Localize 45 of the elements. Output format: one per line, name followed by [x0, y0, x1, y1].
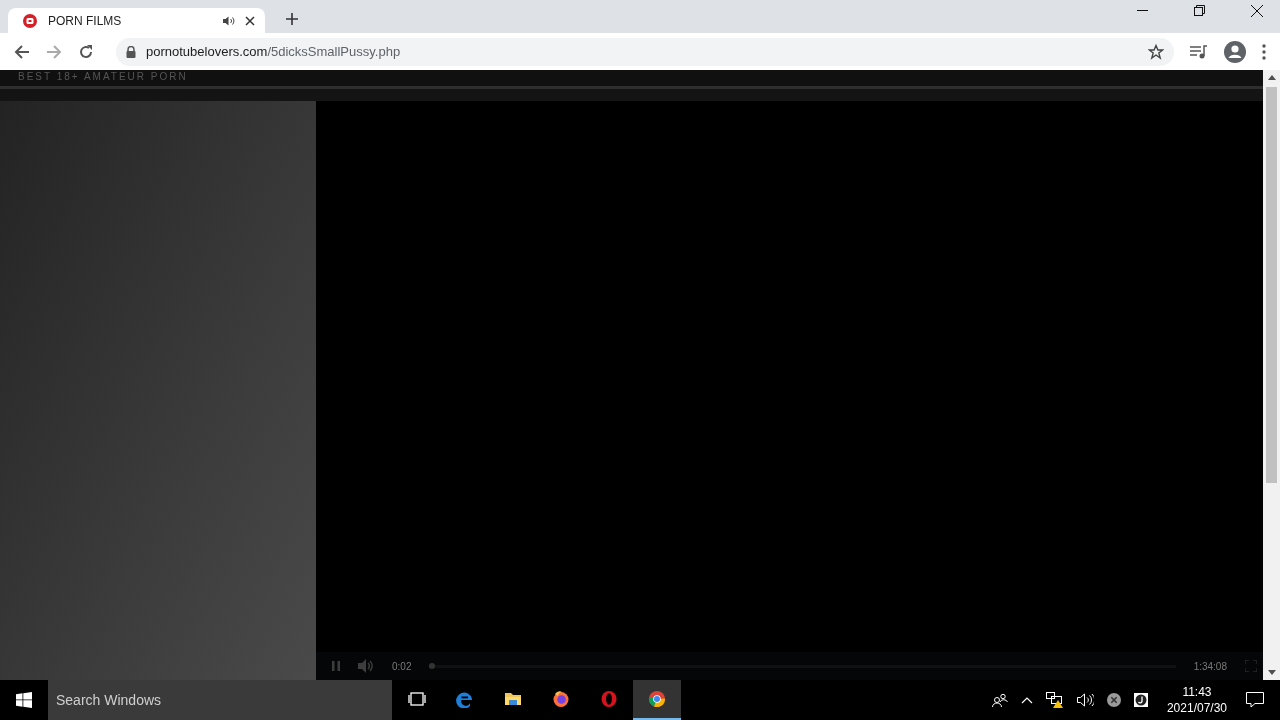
- address-bar[interactable]: pornotubelovers.com/5dicksSmallPussy.php: [116, 37, 1174, 66]
- search-field[interactable]: Search Windows: [48, 680, 392, 720]
- tray-app-icon[interactable]: [1133, 693, 1148, 707]
- browser-tab[interactable]: PORN FILMS: [8, 8, 265, 33]
- close-icon[interactable]: [245, 15, 255, 26]
- chrome-icon: [648, 690, 666, 708]
- scroll-up-icon[interactable]: [1267, 75, 1276, 80]
- clock[interactable]: 11:43 2021/07/30: [1166, 684, 1227, 716]
- tab-title: PORN FILMS: [48, 13, 123, 28]
- back-icon[interactable]: [14, 43, 30, 60]
- site-tagline: BEST 18+ AMATEUR PORN: [18, 71, 188, 82]
- lock-icon: [126, 45, 136, 58]
- restore-icon[interactable]: [1194, 5, 1205, 16]
- scrollbar-thumb[interactable]: [1266, 87, 1277, 483]
- speaker-icon[interactable]: [223, 15, 235, 26]
- duration-time: 1:34:08: [1193, 660, 1227, 672]
- volume-icon[interactable]: [1076, 693, 1094, 707]
- site-icon: [22, 12, 38, 29]
- network-warning-icon[interactable]: [1045, 692, 1064, 708]
- reload-icon[interactable]: [78, 43, 94, 60]
- star-icon[interactable]: [1148, 43, 1164, 60]
- edge-icon: [456, 690, 474, 708]
- task-view-icon: [408, 690, 426, 708]
- taskbar-button[interactable]: [633, 680, 681, 720]
- chevron-up-icon[interactable]: [1020, 696, 1033, 704]
- opera-icon: [600, 690, 618, 708]
- firefox-icon: [552, 690, 570, 708]
- url-text: pornotubelovers.com/5dicksSmallPussy.php: [146, 44, 401, 59]
- close-icon[interactable]: [1251, 4, 1263, 17]
- clock-date: 2021/07/30: [1166, 700, 1227, 716]
- elapsed-time: 0:02: [392, 660, 412, 672]
- windows-icon: [16, 692, 32, 708]
- folder-icon: [504, 690, 522, 708]
- progress-handle[interactable]: [428, 662, 435, 669]
- profile-icon[interactable]: [1224, 40, 1246, 63]
- scroll-down-icon[interactable]: [1267, 670, 1276, 675]
- notifications-icon[interactable]: [1246, 692, 1264, 708]
- people-icon[interactable]: [991, 693, 1008, 707]
- media-queue-icon[interactable]: [1190, 43, 1208, 60]
- video-player[interactable]: 0:02 1:34:08: [316, 101, 1263, 680]
- new-tab-icon[interactable]: [286, 13, 298, 25]
- menu-icon[interactable]: [1262, 43, 1266, 60]
- scrollbar[interactable]: [1263, 70, 1280, 680]
- close-circle-icon[interactable]: [1106, 693, 1121, 707]
- clock-time: 11:43: [1182, 684, 1212, 700]
